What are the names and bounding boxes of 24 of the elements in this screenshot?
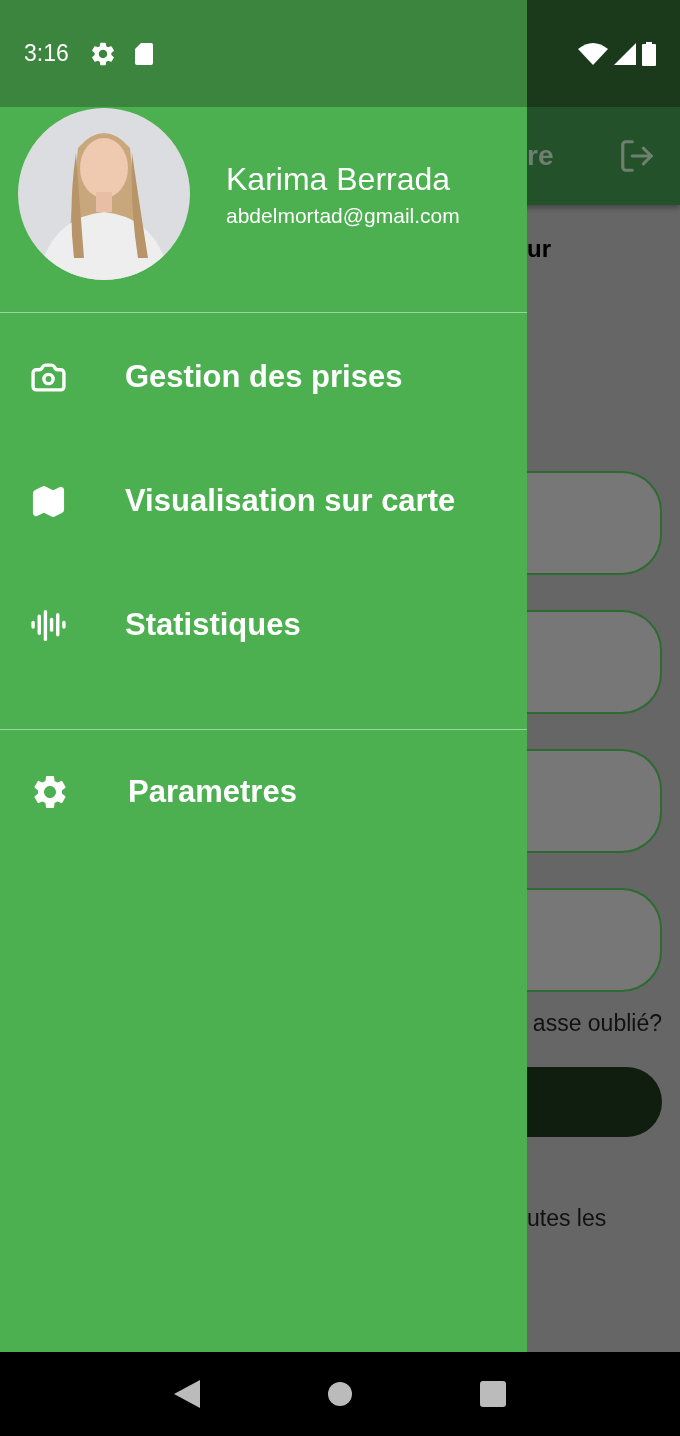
- sd-card-icon: [134, 42, 153, 65]
- home-icon[interactable]: [327, 1381, 353, 1407]
- text-field[interactable]: [527, 888, 662, 992]
- menu-item[interactable]: Parametres: [0, 730, 527, 854]
- menu-item[interactable]: Statistiques: [0, 563, 527, 687]
- text-field[interactable]: [527, 749, 662, 853]
- menu-item[interactable]: Visualisation sur carte: [0, 439, 527, 563]
- wifi-icon: [578, 42, 608, 65]
- text-field[interactable]: [527, 610, 662, 714]
- forgot-password-link[interactable]: asse oublié?: [532, 1010, 662, 1037]
- heading: ur: [527, 235, 551, 263]
- footer-text: utes les: [527, 1205, 607, 1232]
- user-name: Karima Berrada: [226, 160, 452, 198]
- app-bar-title: re: [527, 140, 555, 172]
- back-icon[interactable]: [173, 1380, 200, 1408]
- text-field[interactable]: [527, 471, 662, 575]
- submit-button[interactable]: [527, 1067, 662, 1137]
- signal-icon: [614, 42, 636, 65]
- menu-item[interactable]: Gestion des prises: [0, 315, 527, 439]
- battery-icon: [642, 41, 656, 66]
- recents-icon[interactable]: [480, 1381, 507, 1407]
- user-email: abdelmortad@gmail.com: [226, 203, 460, 228]
- status-time: 3:16: [24, 40, 69, 67]
- logout-icon[interactable]: [618, 137, 656, 175]
